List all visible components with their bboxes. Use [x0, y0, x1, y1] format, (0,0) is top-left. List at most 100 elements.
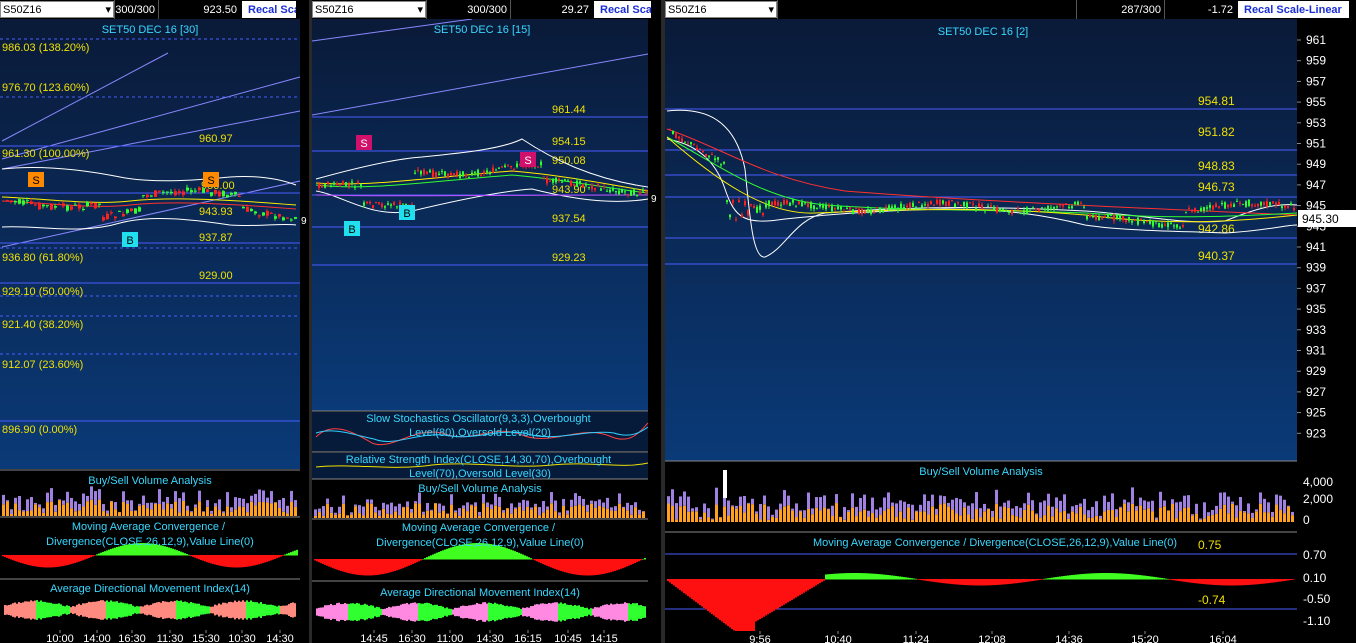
macd-bar	[1077, 574, 1079, 580]
symbol-value: S50Z16	[668, 3, 707, 16]
macd-bar	[1165, 578, 1167, 580]
macd-bar	[60, 555, 62, 567]
candle	[1110, 215, 1112, 217]
recal-scale-linear-button[interactable]: Recal Scale-Linear	[1238, 1, 1349, 18]
volume-bar	[1071, 506, 1074, 512]
time-label: 15:20	[1131, 634, 1159, 643]
adx-bar	[24, 601, 26, 619]
volume-bar	[266, 497, 269, 503]
macd-bar	[222, 555, 224, 567]
volume-bar	[963, 507, 966, 522]
macd-bar	[64, 555, 66, 566]
volume-bar	[278, 507, 281, 516]
macd-bar	[1183, 579, 1185, 582]
adx-bar	[556, 602, 558, 622]
candle	[1038, 209, 1040, 212]
volume-bar	[398, 503, 401, 516]
volume-bar	[638, 509, 641, 515]
candle	[178, 191, 181, 193]
macd-bar	[198, 555, 200, 560]
chart-pane-1[interactable]: S50Z16 ▾ 300/300 923.50 Recal Scale SET5…	[0, 0, 309, 643]
adx-bar	[196, 603, 198, 617]
indicator-title: Buy/Sell Volume Analysis	[88, 475, 212, 487]
macd-bar	[1225, 579, 1227, 586]
symbol-dropdown[interactable]: S50Z16 ▾	[312, 1, 426, 18]
volume-bar	[550, 492, 553, 504]
level-label: 951.82	[1198, 125, 1235, 139]
macd-bar	[588, 559, 590, 576]
volume-bar	[178, 512, 181, 516]
volume-bar	[418, 503, 421, 518]
indicator-title: Moving Average Convergence / Divergence(…	[813, 537, 1177, 549]
candle	[582, 184, 584, 188]
volume-bar	[959, 515, 962, 522]
adx-bar	[16, 603, 18, 617]
candle	[360, 184, 362, 186]
volume-bar	[514, 508, 517, 518]
volume-bar	[438, 503, 441, 513]
macd-bar	[390, 559, 392, 573]
pane-splitter[interactable]	[309, 0, 312, 643]
adx-bar	[282, 605, 284, 615]
macd-bar	[1039, 579, 1041, 580]
volume-bar	[1179, 501, 1182, 512]
macd-bar	[560, 559, 562, 572]
volume-bar	[382, 502, 385, 509]
volume-bar	[979, 517, 982, 522]
adx-bar	[484, 602, 486, 622]
adx-bar	[202, 605, 204, 615]
macd-bar	[739, 579, 741, 635]
macd-bar	[592, 559, 594, 576]
volume-bar	[851, 507, 854, 522]
volume-bar	[238, 506, 241, 516]
macd-bar	[520, 553, 522, 560]
volume-bar	[759, 503, 762, 520]
candle	[588, 187, 590, 189]
macd-bar	[1281, 579, 1283, 582]
macd-bar	[823, 579, 825, 581]
volume-bar	[478, 515, 481, 518]
macd-bar	[787, 579, 789, 603]
adx-bar	[238, 600, 240, 620]
volume-bar	[1207, 512, 1210, 516]
candle	[858, 208, 860, 214]
macd-bar	[939, 579, 941, 583]
candle	[266, 210, 269, 216]
volume-bar	[574, 493, 577, 506]
chart-pane-2[interactable]: S50Z16 ▾ 300/300 29.27 Recal Scale SET50…	[312, 0, 661, 643]
chart-pane-3[interactable]: S50Z16 ▾ 287/300 -1.72 Recal Scale-Linea…	[665, 0, 1356, 643]
macd-bar	[723, 579, 725, 623]
macd-bar	[1113, 573, 1115, 580]
adx-bar	[284, 605, 286, 615]
macd-bar	[622, 559, 624, 569]
symbol-dropdown[interactable]: S50Z16 ▾	[665, 1, 777, 18]
recal-scale-button[interactable]: Recal Scale	[242, 1, 296, 18]
adx-bar	[426, 602, 428, 622]
adx-bar	[52, 603, 54, 617]
pane-splitter[interactable]	[661, 0, 665, 643]
candle	[552, 178, 554, 183]
macd-bar	[1053, 577, 1055, 580]
macd-bar	[240, 555, 242, 568]
adx-bar	[332, 605, 334, 619]
volume-bar	[438, 512, 441, 518]
volume-bar	[1035, 514, 1038, 522]
chart-canvas-3[interactable]: SET50 DEC 16 [2] 96195995795595395194994…	[665, 19, 1356, 643]
candle	[66, 205, 69, 211]
chart-canvas-1[interactable]: SET50 DEC 16 [30] 986.03 (138.20%) 976.7…	[0, 19, 309, 643]
volume-bar	[1031, 500, 1034, 511]
candle	[34, 204, 37, 206]
volume-bar	[170, 503, 173, 509]
symbol-dropdown[interactable]: S50Z16 ▾	[0, 1, 114, 18]
volume-bar	[1055, 508, 1058, 522]
candle	[780, 204, 782, 206]
time-label: 14:36	[1055, 634, 1083, 643]
recal-scale-button[interactable]: Recal Scale	[594, 1, 651, 18]
macd-bar	[903, 577, 905, 580]
macd-bar	[1265, 579, 1267, 584]
time-label: 14:30	[476, 633, 504, 643]
volume-bar	[863, 509, 866, 522]
chart-canvas-2[interactable]: SET50 DEC 16 [15] 961.44 954.15 950.08 9…	[312, 19, 661, 643]
candle	[26, 200, 29, 202]
volume-bar	[835, 503, 838, 522]
